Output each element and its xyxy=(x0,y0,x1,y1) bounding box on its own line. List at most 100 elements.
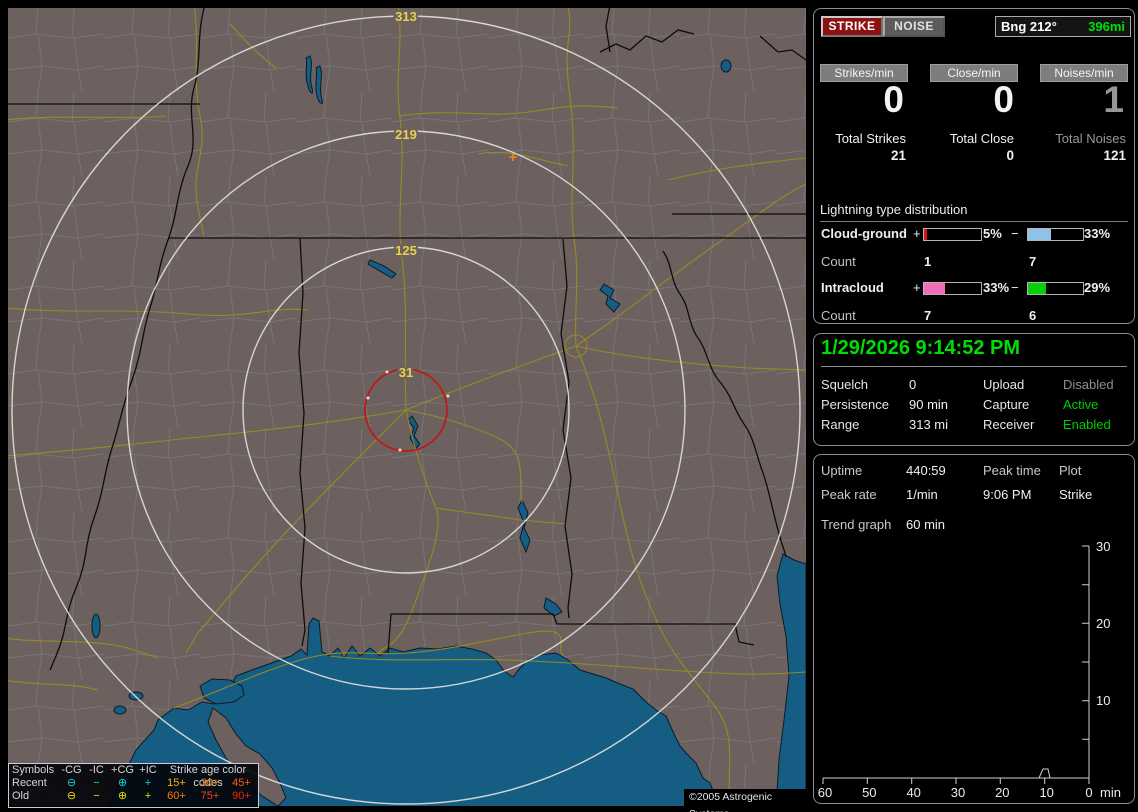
circle-plus-icon: ⊕ xyxy=(117,777,128,789)
plus-sign: + xyxy=(913,226,921,241)
peak-rate-label: Peak rate xyxy=(821,487,877,502)
plus-sign: + xyxy=(913,280,921,295)
x-axis-unit: min xyxy=(1100,785,1121,799)
range-value: 313 mi xyxy=(909,417,949,432)
range-label: Range xyxy=(821,417,860,432)
minus-sign: − xyxy=(1011,226,1019,241)
strike-stats-panel: STRIKE NOISE Bng 212° 396mi Strikes/min … xyxy=(813,8,1135,324)
uptime-label: Uptime xyxy=(821,463,863,478)
trend-window-value: 60 min xyxy=(906,517,946,532)
peak-time-value: 9:06 PM xyxy=(983,487,1032,502)
total-noises-label: Total Noises xyxy=(1055,131,1126,146)
circle-minus-icon: ⊖ xyxy=(66,790,77,802)
cg-plus-bar xyxy=(923,228,982,241)
x-tick-50: 50 xyxy=(862,785,876,799)
close-per-min-value: 0 xyxy=(993,79,1014,120)
capture-status: Active xyxy=(1063,397,1099,412)
total-close-label: Total Close xyxy=(949,131,1014,146)
ring-label-125: 125 xyxy=(395,243,417,258)
cg-minus-pct: 33% xyxy=(1084,226,1111,241)
minus-sign: − xyxy=(1011,280,1019,295)
circle-plus-icon: ⊕ xyxy=(117,790,128,802)
age-code: 60+ xyxy=(167,790,186,802)
bearing-value: Bng 212° xyxy=(1001,19,1057,34)
minus-icon: − xyxy=(93,777,100,789)
age-code: 90+ xyxy=(232,790,251,802)
peak-time-label: Peak time xyxy=(983,463,1041,478)
ring-label-31: 31 xyxy=(399,365,413,380)
ic-minus-count: 6 xyxy=(1029,308,1037,323)
persistence-label: Persistence xyxy=(821,397,889,412)
trend-graph: 30 20 10 60 50 40 30 20 10 0 min xyxy=(818,539,1121,799)
map-legend: Symbols -CG -IC +CG +IC Strike age color… xyxy=(8,763,259,808)
x-tick-40: 40 xyxy=(906,785,920,799)
trend-graph-label: Trend graph xyxy=(821,517,892,532)
plus-icon: + xyxy=(144,790,152,802)
count-label: Count xyxy=(821,254,856,269)
aged-strike-marker: + xyxy=(509,149,518,166)
ring-label-219: 219 xyxy=(395,127,417,142)
plus-icon: + xyxy=(144,777,152,789)
intracloud-label: Intracloud xyxy=(821,280,884,295)
distance-value: 396mi xyxy=(1088,19,1125,34)
lake xyxy=(91,613,101,639)
cg-plus-count: 1 xyxy=(924,254,932,269)
cg-plus-pct: 5% xyxy=(983,226,1002,241)
plot-value: Strike xyxy=(1059,487,1093,502)
age-code: 30+ xyxy=(200,777,220,789)
peak-rate-value: 1/min xyxy=(906,487,938,502)
legend-row-label: Recent xyxy=(12,777,47,789)
total-noises-value: 121 xyxy=(1103,148,1126,163)
y-tick-10: 10 xyxy=(1096,693,1110,708)
cloud-ground-label: Cloud-ground xyxy=(821,226,907,241)
ic-plus-bar xyxy=(923,282,982,295)
datetime-display: 1/29/2026 9:14:52 PM xyxy=(821,337,1127,367)
receiver-label: Receiver xyxy=(983,417,1035,432)
age-code: 75+ xyxy=(200,790,220,802)
plot-label: Plot xyxy=(1059,463,1082,478)
copyright-notice: ©2005 Astrogenic Systems xyxy=(684,789,811,812)
ic-plus-pct: 33% xyxy=(983,280,1010,295)
minus-icon: − xyxy=(93,790,100,802)
total-strikes-value: 21 xyxy=(890,148,906,163)
x-tick-20: 20 xyxy=(995,785,1009,799)
lightning-map[interactable]: 313 219 125 31 + xyxy=(3,3,807,809)
app-window: 313 219 125 31 + Symbols -CG -IC +CG +IC… xyxy=(0,0,1138,812)
ic-minus-pct: 29% xyxy=(1084,280,1111,295)
persistence-value: 90 min xyxy=(909,397,949,412)
noises-per-min-value: 1 xyxy=(1103,79,1124,120)
x-tick-0: 0 xyxy=(1085,785,1092,799)
age-code: 15+ xyxy=(167,777,186,789)
y-tick-20: 20 xyxy=(1096,616,1110,631)
ring-label-313: 313 xyxy=(395,9,417,24)
upload-label: Upload xyxy=(983,377,1025,392)
marsh xyxy=(113,705,127,715)
strikes-per-min-value: 0 xyxy=(883,79,904,120)
cg-minus-bar xyxy=(1027,228,1084,241)
receiver-status: Enabled xyxy=(1063,417,1111,432)
status-panel: 1/29/2026 9:14:52 PM Squelch 0 Upload Di… xyxy=(813,333,1135,446)
capture-label: Capture xyxy=(983,397,1030,412)
x-tick-60: 60 xyxy=(818,785,832,799)
total-close-value: 0 xyxy=(1006,148,1014,163)
x-tick-10: 10 xyxy=(1039,785,1053,799)
ic-minus-bar xyxy=(1027,282,1084,295)
strike-mode-button[interactable]: STRIKE xyxy=(821,16,883,37)
map-canvas: 313 219 125 31 + xyxy=(3,3,807,809)
ic-plus-count: 7 xyxy=(924,308,932,323)
count-label: Count xyxy=(821,308,856,323)
uptime-value: 440:59 xyxy=(906,463,946,478)
noise-mode-button[interactable]: NOISE xyxy=(883,16,945,37)
age-code: 45+ xyxy=(232,777,251,789)
session-panel: Uptime 440:59 Peak time Plot Peak rate 1… xyxy=(813,454,1135,804)
squelch-label: Squelch xyxy=(821,377,868,392)
strike-trend-spike xyxy=(1038,768,1051,779)
total-strikes-label: Total Strikes xyxy=(835,131,906,146)
bearing-readout: Bng 212° 396mi xyxy=(995,16,1131,37)
y-tick-30: 30 xyxy=(1096,539,1110,554)
cg-minus-count: 7 xyxy=(1029,254,1037,269)
legend-row-label: Old xyxy=(12,790,30,802)
x-tick-30: 30 xyxy=(951,785,965,799)
squelch-value: 0 xyxy=(909,377,917,392)
lake xyxy=(720,59,732,73)
